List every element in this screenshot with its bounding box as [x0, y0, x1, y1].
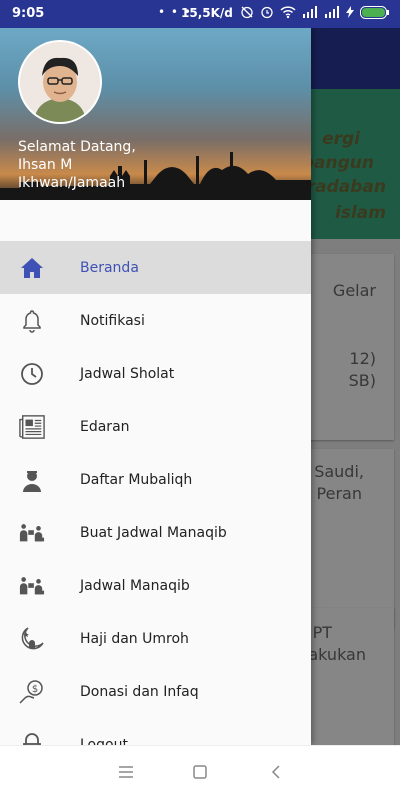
menu-item-haji-dan-umroh[interactable]: Haji dan Umroh: [0, 612, 311, 665]
menu-item-notifikasi[interactable]: Notifikasi: [0, 294, 311, 347]
mosque-icon: [19, 626, 45, 652]
status-time: 9:05: [12, 6, 45, 21]
manaqib-icon: [19, 520, 45, 546]
menu-label: Buat Jadwal Manaqib: [80, 524, 227, 541]
back-icon[interactable]: [270, 764, 282, 783]
donation-icon: $: [19, 679, 45, 705]
user-role: Ikhwan/Jamaah: [18, 175, 126, 191]
welcome-text: Selamat Datang, Ihsan M Ikhwan/Jamaah: [18, 138, 136, 192]
menu-label: Edaran: [80, 418, 130, 435]
alarm-off-icon: [241, 6, 253, 19]
person-icon: [19, 467, 45, 493]
charging-icon: [346, 6, 354, 18]
welcome-greeting: Selamat Datang,: [18, 139, 136, 155]
network-speed: 15,5K/d: [181, 6, 233, 20]
status-bar: 9:05 • • • 15,5K/d: [0, 0, 400, 28]
menu-label: Notifikasi: [80, 312, 145, 329]
newspaper-icon: [19, 414, 45, 440]
menu-label: Jadwal Manaqib: [80, 577, 190, 594]
menu-label: Jadwal Sholat: [80, 365, 175, 382]
battery-icon: [360, 5, 389, 19]
menu-item-daftar-mubaliqh[interactable]: Daftar Mubaliqh: [0, 453, 311, 506]
menu-item-beranda[interactable]: Beranda: [0, 241, 311, 294]
menu-item-edaran[interactable]: Edaran: [0, 400, 311, 453]
manaqib-icon: [19, 573, 45, 599]
menu-item-logout[interactable]: Logout: [0, 718, 311, 745]
home-button-icon[interactable]: [193, 764, 207, 783]
clock-icon: [19, 361, 45, 387]
menu-item-donasi-dan-infaq[interactable]: $ Donasi dan Infaq: [0, 665, 311, 718]
bell-icon: [19, 308, 45, 334]
avatar[interactable]: [18, 40, 102, 124]
navigation-drawer: Selamat Datang, Ihsan M Ikhwan/Jamaah Be…: [0, 28, 311, 745]
drawer-header: Selamat Datang, Ihsan M Ikhwan/Jamaah: [0, 28, 311, 200]
signal-icon: [325, 6, 339, 18]
menu-label: Beranda: [80, 259, 139, 276]
wifi-icon: [280, 6, 296, 19]
system-nav-bar: [0, 745, 400, 801]
status-icons: [240, 5, 390, 19]
menu-label: Logout: [80, 736, 128, 746]
menu-label: Donasi dan Infaq: [80, 683, 199, 700]
alarm-icon: [261, 6, 273, 19]
signal-icon: [303, 6, 317, 18]
home-icon: [19, 255, 45, 281]
menu-item-jadwal-manaqib[interactable]: Jadwal Manaqib: [0, 559, 311, 612]
menu-item-jadwal-sholat[interactable]: Jadwal Sholat: [0, 347, 311, 400]
user-name: Ihsan M: [18, 157, 73, 173]
svg-text:$: $: [32, 684, 38, 695]
drawer-menu: Beranda Notifikasi Jadwal Sholat Edaran …: [0, 241, 311, 745]
lock-icon: [19, 732, 45, 745]
menu-label: Daftar Mubaliqh: [80, 471, 193, 488]
profile-photo: [20, 42, 100, 122]
menu-item-buat-jadwal-manaqib[interactable]: Buat Jadwal Manaqib: [0, 506, 311, 559]
menu-icon[interactable]: [118, 764, 134, 783]
menu-label: Haji dan Umroh: [80, 630, 189, 647]
